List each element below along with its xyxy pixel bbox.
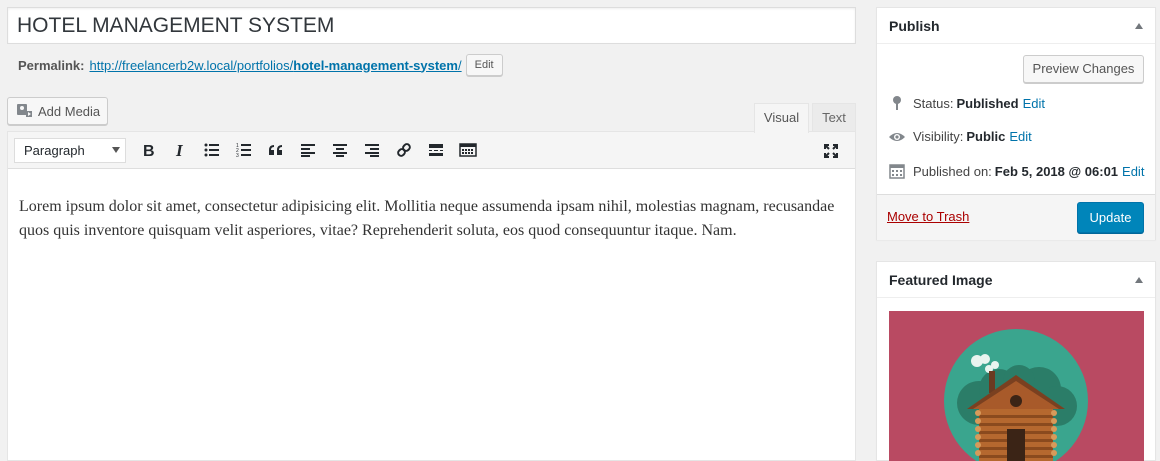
update-button[interactable]: Update xyxy=(1077,202,1144,233)
italic-icon: I xyxy=(173,142,187,158)
permalink-label: Permalink: xyxy=(18,57,85,73)
align-right-icon xyxy=(364,143,380,157)
numbered-list-button[interactable]: 123 xyxy=(228,136,260,164)
align-left-button[interactable] xyxy=(292,136,324,164)
align-left-icon xyxy=(300,143,316,157)
toolbar-toggle-icon xyxy=(459,143,477,157)
featured-image-header[interactable]: Featured Image xyxy=(877,262,1155,298)
read-more-button[interactable] xyxy=(420,136,452,164)
pin-icon xyxy=(887,95,907,111)
svg-text:I: I xyxy=(175,142,184,158)
add-media-button[interactable]: Add Media xyxy=(7,97,108,125)
tab-text[interactable]: Text xyxy=(812,103,856,132)
visibility-edit-link[interactable]: Edit xyxy=(1009,129,1031,144)
featured-image-box: Featured Image xyxy=(876,261,1156,461)
visibility-label: Visibility: xyxy=(913,129,964,144)
post-title-input[interactable]: HOTEL MANAGEMENT SYSTEM xyxy=(7,7,856,44)
align-right-button[interactable] xyxy=(356,136,388,164)
permalink-slug: hotel-management-system xyxy=(293,57,458,73)
move-to-trash-link[interactable]: Move to Trash xyxy=(887,209,969,224)
format-select-value: Paragraph xyxy=(24,142,85,158)
featured-image-thumbnail[interactable] xyxy=(889,311,1144,461)
chevron-up-icon[interactable] xyxy=(1135,22,1143,29)
status-row: Status: Published Edit xyxy=(887,95,1045,111)
publish-title: Publish xyxy=(889,17,940,34)
add-media-label: Add Media xyxy=(38,103,101,119)
visibility-value: Public xyxy=(966,129,1006,144)
bullet-list-icon xyxy=(204,143,220,157)
editor-content[interactable]: Lorem ipsum dolor sit amet, consectetur … xyxy=(8,169,855,253)
permalink-link[interactable]: http://freelancerb2w.local/portfolios/ho… xyxy=(89,58,461,73)
bold-icon: B xyxy=(141,142,155,158)
permalink-edit-button[interactable]: Edit xyxy=(465,54,503,76)
calendar-icon xyxy=(887,163,907,179)
link-button[interactable] xyxy=(388,136,420,164)
svg-text:B: B xyxy=(143,143,155,158)
align-center-icon xyxy=(332,143,348,157)
preview-changes-button[interactable]: Preview Changes xyxy=(1023,55,1144,83)
publish-actions: Move to Trash Update xyxy=(877,194,1155,240)
blockquote-button[interactable] xyxy=(260,136,292,164)
link-icon xyxy=(396,142,412,158)
numbered-list-icon: 123 xyxy=(236,143,252,157)
italic-button[interactable]: I xyxy=(164,136,196,164)
editor-container: Paragraph B I 123 Lorem ipsum dolor sit … xyxy=(7,131,856,461)
permalink-trailing: / xyxy=(457,57,462,73)
status-edit-link[interactable]: Edit xyxy=(1023,96,1045,111)
status-label: Status: xyxy=(913,95,954,111)
published-on-value: Feb 5, 2018 @ 06:01 xyxy=(994,163,1119,179)
chevron-down-icon xyxy=(112,147,120,153)
toolbar-toggle-button[interactable] xyxy=(452,136,484,164)
permalink-base: http://freelancerb2w.local/portfolios/ xyxy=(89,57,294,73)
published-on-row: Published on: Feb 5, 2018 @ 06:01 Edit xyxy=(887,163,1144,179)
media-icon xyxy=(16,102,38,121)
publish-box: Publish Preview Changes Status: Publishe… xyxy=(876,7,1156,240)
status-value: Published xyxy=(956,95,1019,111)
align-center-button[interactable] xyxy=(324,136,356,164)
published-on-edit-link[interactable]: Edit xyxy=(1122,164,1144,179)
bold-button[interactable]: B xyxy=(132,136,164,164)
fullscreen-button[interactable] xyxy=(815,137,847,165)
format-select[interactable]: Paragraph xyxy=(14,137,126,163)
published-on-label: Published on: xyxy=(913,163,992,179)
permalink-row: Permalink: http://freelancerb2w.local/po… xyxy=(18,54,503,76)
editor-toolbar: Paragraph B I 123 xyxy=(8,132,855,169)
eye-icon xyxy=(887,131,907,143)
svg-text:3: 3 xyxy=(236,153,239,157)
featured-image-title: Featured Image xyxy=(889,271,993,288)
bullet-list-button[interactable] xyxy=(196,136,228,164)
fullscreen-icon xyxy=(823,143,839,159)
blockquote-icon xyxy=(268,144,284,156)
tab-visual[interactable]: Visual xyxy=(754,103,809,133)
visibility-row: Visibility: Public Edit xyxy=(887,129,1032,144)
publish-box-header[interactable]: Publish xyxy=(877,8,1155,44)
chevron-up-icon[interactable] xyxy=(1135,276,1143,283)
read-more-icon xyxy=(428,143,444,157)
